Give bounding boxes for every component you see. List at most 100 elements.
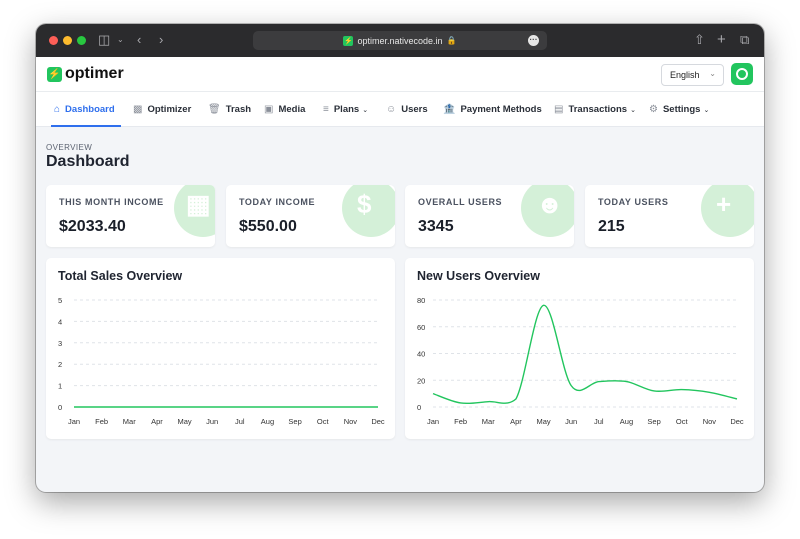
x-tick-label: Sep <box>647 417 660 426</box>
stat-card-overall-users: ☻ OVERALL USERS 3345 <box>405 185 574 247</box>
stat-value: 215 <box>598 218 625 235</box>
users-icon: ☻ <box>536 189 564 219</box>
nav-label: Users <box>401 104 428 115</box>
url-text: optimer.nativecode.in <box>357 35 443 46</box>
series-line <box>432 304 738 405</box>
lock-icon: 🔒 <box>446 36 457 45</box>
total-sales-chart-card: Total Sales Overview 0 1 2 3 4 5 Jan Feb Mar Apr M… <box>46 258 395 439</box>
nav-item-trash[interactable]: 🗑 Trash <box>208 92 251 127</box>
bolt-icon: ⚡ <box>47 66 62 82</box>
sidebar-toggle-icon[interactable]: ◫ <box>98 31 110 49</box>
x-tick-label: Nov <box>344 417 358 426</box>
stat-card-month-income: ▦ THIS MONTH INCOME $2033.40 <box>46 185 215 247</box>
stat-value: $2033.40 <box>59 218 126 235</box>
nav-label: Transactions <box>568 104 628 115</box>
nav-label: Dashboard <box>65 104 115 115</box>
x-tick-label: May <box>177 417 191 426</box>
chevron-down-icon[interactable]: ⌄ <box>117 31 124 49</box>
x-tick-label: Feb <box>95 417 108 426</box>
nav-item-payment-methods[interactable]: 🏦 Payment Methods <box>443 92 542 127</box>
y-tick-label: 40 <box>417 350 425 359</box>
chevron-down-icon: ⌄ <box>630 106 636 114</box>
chart-svg: 0 20 40 60 80 Jan Feb Mar Apr May Jun Jul Aug Sep Oct N… <box>417 296 744 426</box>
nav-label: Payment Methods <box>460 104 542 115</box>
page-eyebrow: OVERVIEW <box>46 143 93 152</box>
main-nav: ⌂ Dashboard ▩ Optimizer 🗑 Trash ▣ Media ≡ Pla… <box>36 92 764 127</box>
stat-card-today-users: + TODAY USERS 215 <box>585 185 754 247</box>
nav-item-dashboard[interactable]: ⌂ Dashboard <box>51 92 121 127</box>
list-icon: ≡ <box>323 104 329 115</box>
browser-window: ◫ ⌄ ‹ › ⚡ optimer.nativecode.in 🔒 ··· ⇧ … <box>36 24 764 492</box>
x-tick-label: Jan <box>68 417 80 426</box>
new-users-chart-card: New Users Overview 0 20 40 60 80 Jan Feb Mar Apr… <box>405 258 754 439</box>
page-title: Dashboard <box>46 153 130 170</box>
chart-svg: 0 1 2 3 4 5 Jan Feb Mar Apr May Jun Jul Aug Sep Oct Nov D… <box>58 296 385 426</box>
user-add-icon: + <box>716 189 732 219</box>
receipt-icon: ▤ <box>554 104 564 115</box>
brand-name: optimer <box>65 65 124 82</box>
x-tick-label: Jun <box>565 417 577 426</box>
x-tick-label: Jan <box>427 417 439 426</box>
back-icon[interactable]: ‹ <box>137 31 141 49</box>
x-tick-label: Jul <box>594 417 604 426</box>
nav-label: Optimizer <box>147 104 192 115</box>
x-tick-label: Apr <box>510 417 522 426</box>
site-favicon-icon: ⚡ <box>343 35 354 46</box>
y-tick-label: 3 <box>58 339 62 348</box>
language-select[interactable]: English ⌄ <box>661 64 724 86</box>
stat-label: OVERALL USERS <box>418 197 503 207</box>
address-bar[interactable]: ⚡ optimer.nativecode.in 🔒 ··· <box>253 31 547 50</box>
bank-icon: 🏦 <box>443 104 456 115</box>
x-tick-label: Feb <box>454 417 467 426</box>
chevron-down-icon: ⌄ <box>703 106 710 114</box>
nav-label: Settings <box>662 104 701 115</box>
chevron-down-icon: ⌄ <box>362 106 369 114</box>
nav-item-optimizer[interactable]: ▩ Optimizer <box>133 92 191 127</box>
trash-icon: 🗑 <box>208 104 221 115</box>
nav-label: Trash <box>225 104 252 115</box>
share-icon[interactable]: ⇧ <box>694 31 705 49</box>
gear-icon: ⚙ <box>649 104 658 115</box>
nav-item-media[interactable]: ▣ Media <box>264 92 305 127</box>
forward-icon[interactable]: › <box>159 31 163 49</box>
new-tab-icon[interactable]: + <box>717 31 726 49</box>
user-avatar[interactable] <box>731 63 753 85</box>
x-tick-label: Aug <box>620 417 633 426</box>
language-label: English <box>670 70 700 80</box>
stat-value: 3345 <box>418 218 454 235</box>
x-tick-label: Dec <box>730 417 744 426</box>
more-icon[interactable]: ··· <box>528 35 539 46</box>
y-tick-label: 0 <box>58 403 62 412</box>
maximize-window-button[interactable] <box>77 36 86 45</box>
users-icon: ☺ <box>386 104 397 115</box>
y-tick-label: 1 <box>58 382 62 391</box>
y-tick-label: 5 <box>58 296 62 305</box>
home-icon: ⌂ <box>54 104 61 115</box>
tabs-overview-icon[interactable]: ⧉ <box>740 31 749 49</box>
stat-card-today-income: $ TODAY INCOME $550.00 <box>226 185 395 247</box>
x-tick-label: Nov <box>703 417 717 426</box>
x-tick-label: Jun <box>206 417 218 426</box>
minimize-window-button[interactable] <box>63 36 72 45</box>
x-tick-label: Sep <box>288 417 301 426</box>
stat-value: $550.00 <box>239 218 297 235</box>
stat-label: TODAY USERS <box>598 197 669 207</box>
nav-item-users[interactable]: ☺ Users <box>386 92 428 127</box>
y-tick-label: 2 <box>58 360 62 369</box>
x-tick-label: Dec <box>371 417 385 426</box>
close-window-button[interactable] <box>49 36 58 45</box>
nav-item-settings[interactable]: ⚙ Settings ⌄ <box>649 92 709 127</box>
optimizer-icon: ▩ <box>133 104 143 115</box>
nav-label: Plans <box>333 104 360 115</box>
money-stack-icon: $ <box>357 189 372 219</box>
nav-item-plans[interactable]: ≡ Plans ⌄ <box>323 92 368 127</box>
brand-logo[interactable]: ⚡ optimer <box>47 65 124 83</box>
user-icon <box>736 68 748 80</box>
app-header: ⚡ optimer English ⌄ <box>36 57 764 92</box>
calendar-money-icon: ▦ <box>186 189 211 219</box>
stat-label: TODAY INCOME <box>239 197 316 207</box>
nav-label: Media <box>278 104 306 115</box>
nav-item-transactions[interactable]: ▤ Transactions ⌄ <box>554 92 636 127</box>
browser-toolbar: ◫ ⌄ ‹ › ⚡ optimer.nativecode.in 🔒 ··· ⇧ … <box>36 24 764 57</box>
y-tick-label: 60 <box>417 323 425 332</box>
